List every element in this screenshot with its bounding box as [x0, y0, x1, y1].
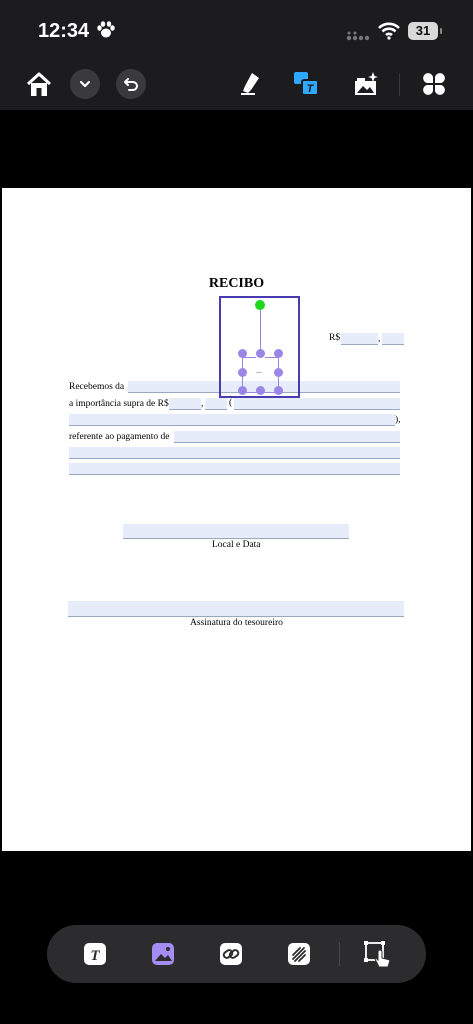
- add-image-button[interactable]: [148, 939, 178, 969]
- home-icon: [26, 72, 52, 96]
- resize-handle-right[interactable]: [273, 367, 283, 377]
- signature-field[interactable]: [68, 601, 404, 617]
- resize-handle-bottom-right[interactable]: [273, 385, 283, 395]
- resize-handle-left[interactable]: [237, 367, 247, 377]
- text-icon: T: [84, 943, 106, 965]
- currency-value-field[interactable]: [341, 333, 378, 345]
- reference-label: referente ao pagamento de: [69, 432, 170, 442]
- toolbar-divider: [399, 74, 400, 96]
- cellular-signal-icon: [346, 28, 370, 46]
- currency-label: R$: [329, 333, 341, 343]
- edit-text-icon: T: [294, 72, 319, 96]
- rotate-handle[interactable]: [255, 300, 265, 310]
- resize-handle-top-right[interactable]: [273, 348, 283, 358]
- highlighter-icon: [241, 73, 259, 95]
- amount-separator: ,: [201, 399, 204, 409]
- grid-clover-icon: [423, 73, 445, 95]
- status-bar: 12:34 31: [0, 0, 473, 62]
- chevron-down-icon: [79, 80, 91, 88]
- amount-paren-open: (: [229, 398, 233, 408]
- reference-field-1[interactable]: [174, 431, 400, 443]
- amount-cents-field[interactable]: [205, 398, 227, 410]
- markup-button[interactable]: [236, 68, 266, 98]
- edit-text-image-button[interactable]: T: [291, 68, 323, 100]
- inserted-object-content: ...: [256, 366, 262, 375]
- battery-indicator: 31: [408, 22, 438, 40]
- received-from-label: Recebemos da: [69, 382, 125, 392]
- link-icon: [220, 943, 242, 965]
- amount-paren-close: ),: [395, 415, 401, 425]
- undo-icon: [124, 78, 138, 91]
- add-text-button[interactable]: T: [80, 939, 110, 969]
- bottom-toolbar-divider: [339, 942, 340, 966]
- image-edit-button[interactable]: [350, 68, 382, 100]
- stripes-icon: [288, 943, 310, 965]
- image-icon: [152, 943, 174, 965]
- wifi-icon: [378, 22, 400, 45]
- dropdown-button[interactable]: [70, 69, 100, 99]
- place-date-label: Local e Data: [212, 540, 261, 550]
- select-area-button[interactable]: [363, 939, 393, 969]
- currency-cents-field[interactable]: [382, 333, 404, 345]
- add-link-button[interactable]: [216, 939, 246, 969]
- more-tools-button[interactable]: [418, 68, 450, 100]
- amount-field[interactable]: [169, 398, 201, 410]
- resize-handle-top-left[interactable]: [237, 348, 247, 358]
- home-button[interactable]: [22, 68, 56, 102]
- signature-label: Assinatura do tesoureiro: [190, 618, 283, 628]
- select-tap-icon: [364, 941, 391, 968]
- bottom-edit-toolbar: T: [47, 925, 426, 983]
- status-time: 12:34: [38, 20, 90, 42]
- currency-separator: ,: [378, 334, 381, 344]
- top-toolbar: T: [0, 62, 473, 110]
- reference-field-3[interactable]: [69, 463, 400, 475]
- amount-words-field-2[interactable]: [69, 414, 395, 426]
- undo-button[interactable]: [116, 69, 146, 99]
- rotation-line: [259, 307, 261, 353]
- svg-text:T: T: [90, 948, 100, 964]
- resize-handle-bottom[interactable]: [255, 385, 265, 395]
- reference-field-2[interactable]: [69, 447, 400, 459]
- pdf-page[interactable]: RECIBO R$ , Recebemos da a importância s…: [2, 188, 471, 851]
- amount-label: a importância supra de R$: [69, 399, 169, 409]
- amount-words-field[interactable]: [234, 398, 400, 410]
- paw-icon: [96, 21, 116, 44]
- image-sparkle-icon: [355, 72, 378, 95]
- place-date-field[interactable]: [123, 524, 349, 539]
- resize-handle-bottom-left[interactable]: [237, 385, 247, 395]
- document-title: RECIBO: [208, 276, 265, 291]
- resize-handle-top[interactable]: [255, 348, 265, 358]
- battery-tip: [440, 28, 442, 34]
- watermark-button[interactable]: [284, 939, 314, 969]
